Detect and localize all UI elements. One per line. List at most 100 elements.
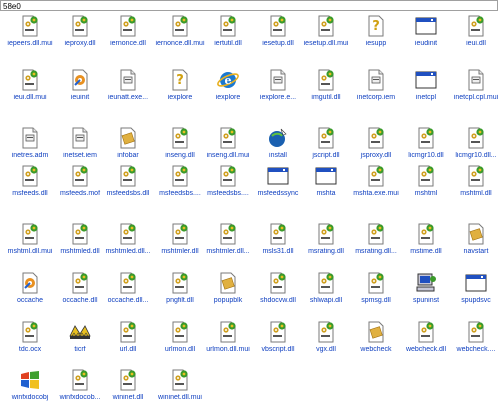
file-item[interactable]: mshtml.dll bbox=[452, 162, 500, 206]
file-item[interactable]: urlmon.dll bbox=[156, 318, 204, 362]
file-name: infobar bbox=[117, 152, 139, 159]
file-item[interactable]: ieudinit bbox=[402, 12, 450, 56]
setup-file-icon bbox=[68, 68, 92, 92]
file-name: inetcpl.cpl.mui bbox=[453, 94, 499, 101]
application-window-icon bbox=[266, 164, 290, 188]
file-item[interactable]: webcheck bbox=[352, 318, 400, 362]
image-file-icon bbox=[116, 126, 140, 150]
file-item[interactable]: mstime.dll bbox=[402, 220, 450, 264]
application-window-icon bbox=[414, 68, 438, 92]
file-item[interactable]: mshtmled.dll bbox=[56, 220, 104, 264]
file-item[interactable]: iesetup.dll bbox=[254, 12, 302, 56]
file-item[interactable]: occache.dll... bbox=[104, 269, 152, 313]
file-item[interactable]: e iexplore bbox=[204, 66, 252, 110]
file-name: ieui.dll bbox=[466, 40, 486, 47]
file-item[interactable]: shdocvw.dll bbox=[254, 269, 302, 313]
file-item[interactable]: ieui.dll bbox=[452, 12, 500, 56]
file-item[interactable]: ieui.dll.mui bbox=[6, 66, 54, 110]
file-item[interactable]: msls31.dll bbox=[254, 220, 302, 264]
file-item[interactable]: popupblk bbox=[204, 269, 252, 313]
file-item[interactable]: vbscript.dll bbox=[254, 318, 302, 362]
file-name: urlmon.dll.mui bbox=[206, 346, 250, 353]
file-item[interactable]: msrating.dll bbox=[302, 220, 350, 264]
file-item[interactable]: winfxdocobj bbox=[6, 366, 54, 410]
file-name: occache.dll... bbox=[107, 297, 149, 304]
file-item[interactable]: mshtmler.dll bbox=[156, 220, 204, 264]
file-item[interactable]: iexplore.e... bbox=[254, 66, 302, 110]
file-item[interactable]: ? iexplore bbox=[156, 66, 204, 110]
file-item[interactable]: mshtml.dll.mui bbox=[6, 220, 54, 264]
file-name: tdc.ocx bbox=[18, 346, 42, 353]
file-name: mshtmler.dll... bbox=[206, 248, 250, 255]
file-item[interactable]: mshtmled.dll... bbox=[104, 220, 152, 264]
file-item[interactable]: wininet.dll bbox=[104, 366, 152, 410]
file-item[interactable]: inetcpl bbox=[402, 66, 450, 110]
file-item[interactable]: pngfilt.dll bbox=[156, 269, 204, 313]
file-name: occache bbox=[16, 297, 44, 304]
file-name: iepeers.dll.mui bbox=[7, 40, 53, 47]
file-item[interactable]: webcheck.dll bbox=[402, 318, 450, 362]
file-item[interactable]: iesetup.dll.mui bbox=[302, 12, 350, 56]
file-name: iexplore bbox=[215, 94, 241, 101]
file-item[interactable]: winfxdocob... bbox=[56, 366, 104, 410]
file-item[interactable]: iepeers.dll.mui bbox=[6, 12, 54, 56]
file-item[interactable]: iertutil.dll bbox=[204, 12, 252, 56]
file-item[interactable]: urlmon.dll.mui bbox=[204, 318, 252, 362]
file-item[interactable]: imgutil.dll bbox=[302, 66, 350, 110]
file-item[interactable]: occache.dll bbox=[56, 269, 104, 313]
file-item[interactable]: msrating.dll... bbox=[352, 220, 400, 264]
file-item[interactable]: msfeedsbs.... bbox=[156, 162, 204, 206]
file-name: install bbox=[269, 152, 287, 159]
file-name: wininet.dll bbox=[112, 394, 144, 401]
file-item[interactable]: occache bbox=[6, 269, 54, 313]
file-item[interactable]: ieproxy.dll bbox=[56, 12, 104, 56]
image-file-icon bbox=[464, 222, 488, 246]
file-item[interactable]: mshta.exe.mui bbox=[352, 162, 400, 206]
file-item[interactable]: msfeedsbs.dll bbox=[104, 162, 152, 206]
file-item[interactable]: ? iesupp bbox=[352, 12, 400, 56]
file-item[interactable]: msfeedsbs.... bbox=[204, 162, 252, 206]
internet-explorer-icon: e bbox=[216, 68, 240, 92]
file-item[interactable]: msfeeds.mof bbox=[56, 162, 104, 206]
image-file-icon bbox=[216, 271, 240, 295]
file-item[interactable]: webcheck.... bbox=[452, 318, 500, 362]
file-item[interactable]: msfeedssync bbox=[254, 162, 302, 206]
file-item[interactable]: inetcpl.cpl.mui bbox=[452, 66, 500, 110]
file-item[interactable]: vgx.dll bbox=[302, 318, 350, 362]
system-file-icon bbox=[464, 68, 488, 92]
dll-file-icon bbox=[314, 271, 338, 295]
file-item[interactable]: navstart bbox=[452, 220, 500, 264]
file-item[interactable]: url.dll bbox=[104, 318, 152, 362]
file-item[interactable]: spuninst bbox=[402, 269, 450, 313]
address-bar[interactable]: 58e0 bbox=[0, 0, 498, 11]
file-name: vgx.dll bbox=[316, 346, 336, 353]
file-item[interactable]: mshtml bbox=[402, 162, 450, 206]
file-name: msls31.dll bbox=[262, 248, 294, 255]
file-item[interactable]: msfeeds.dll bbox=[6, 162, 54, 206]
file-item[interactable]: inetcorp.iem bbox=[352, 66, 400, 110]
file-item[interactable]: spupdsvc bbox=[452, 269, 500, 313]
file-name: inseng.dll bbox=[165, 152, 195, 159]
file-name: iesupp bbox=[365, 40, 387, 47]
file-item[interactable]: mshta bbox=[302, 162, 350, 206]
file-item[interactable]: mshtmler.dll... bbox=[204, 220, 252, 264]
file-item[interactable]: ticrf bbox=[56, 318, 104, 362]
file-item[interactable]: ieuinit bbox=[56, 66, 104, 110]
file-name: urlmon.dll bbox=[164, 346, 196, 353]
file-item[interactable]: iernonce.dll.mui bbox=[155, 12, 205, 56]
file-item[interactable]: ieunatt.exe... bbox=[104, 66, 152, 110]
dll-file-icon bbox=[216, 320, 240, 344]
file-item[interactable]: tdc.ocx bbox=[6, 318, 54, 362]
file-name: ieproxy.dll bbox=[64, 40, 96, 47]
dll-file-icon bbox=[464, 164, 488, 188]
file-item[interactable]: spmsg.dll bbox=[352, 269, 400, 313]
computer-icon bbox=[414, 271, 438, 295]
file-item[interactable]: shlwapi.dll bbox=[302, 269, 350, 313]
file-name: occache.dll bbox=[62, 297, 98, 304]
dll-file-icon bbox=[18, 14, 42, 38]
dll-file-icon bbox=[18, 68, 42, 92]
file-name: vbscript.dll bbox=[261, 346, 295, 353]
file-item[interactable]: wininet.dll.mui bbox=[156, 366, 204, 410]
file-item[interactable]: iernonce.dll bbox=[104, 12, 152, 56]
file-name: mstime.dll bbox=[410, 248, 442, 255]
